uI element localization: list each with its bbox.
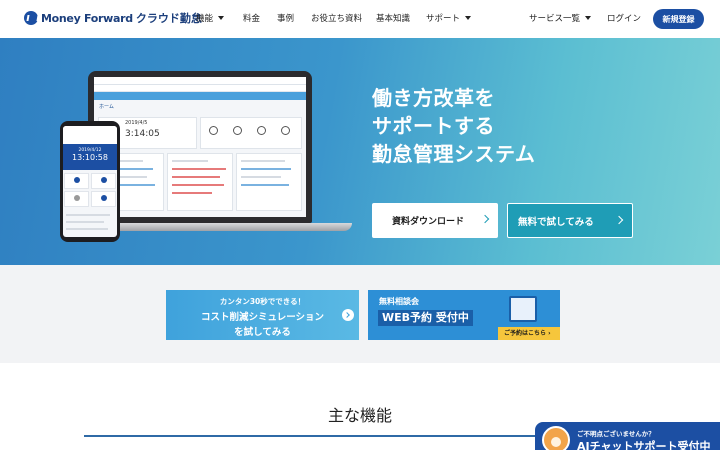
phone-mockup: 2019/4/12 13:10:58 xyxy=(60,121,120,242)
logo-product-name: クラウド勤怠 xyxy=(135,12,202,25)
chevron-down-icon xyxy=(585,16,592,20)
consultation-line-1: 無料相談会 xyxy=(379,297,419,306)
error-card xyxy=(167,153,233,211)
nav-support[interactable]: サポート xyxy=(426,12,472,24)
coffee-icon xyxy=(257,126,266,135)
hero-title-line-3: 勤怠管理システム xyxy=(372,142,536,166)
laptop-date: 2019/4/5 xyxy=(125,120,148,126)
phone-punch-in xyxy=(64,173,89,189)
chat-mascot-icon xyxy=(542,426,570,450)
punch-card xyxy=(200,117,302,149)
site-header: Money Forward クラウド勤怠 機能 料金 事例 お役立ち資料 基本知… xyxy=(0,0,720,38)
free-trial-button[interactable]: 無料で試してみる xyxy=(507,203,633,238)
hero-title: 働き方改革を サポートする 勤怠管理システム xyxy=(372,84,535,168)
page: Money Forward クラウド勤怠 機能 料金 事例 お役立ち資料 基本知… xyxy=(0,0,720,450)
chat-label: AIチャットサポート受付中 xyxy=(577,440,711,450)
download-docs-label: 資料ダウンロード xyxy=(392,217,465,227)
money-forward-logo-icon xyxy=(24,11,38,25)
nav-services-label: サービス一覧 xyxy=(529,14,581,24)
phone-break-end xyxy=(91,191,116,207)
nav-pricing-label: 料金 xyxy=(243,14,261,24)
calendar-icon xyxy=(509,296,537,322)
nav-features-label: 機能 xyxy=(196,14,214,24)
laptop-mockup: ホーム 2019/4/5 3:14:05 xyxy=(88,71,312,223)
nav-cases-label: 事例 xyxy=(277,14,295,24)
nav-services[interactable]: サービス一覧 xyxy=(529,12,592,24)
banner-section: カンタン30秒でできる！ コスト削減シミュレーション を試してみる 無料相談会 … xyxy=(0,265,720,363)
hero-section: ホーム 2019/4/5 3:14:05 2019/4/12 13:10:58 … xyxy=(0,38,720,265)
features-divider xyxy=(84,435,564,437)
nav-features[interactable]: 機能 xyxy=(196,12,225,24)
consultation-line-2: WEB予約 受付中 xyxy=(378,310,473,326)
simulation-line-3: を試してみる xyxy=(234,327,291,338)
chat-question: ご不明点ございませんか？ xyxy=(577,430,655,438)
walk-icon xyxy=(233,126,242,135)
phone-break-start xyxy=(64,191,89,207)
laptop-time: 3:14:05 xyxy=(125,129,160,139)
phone-clock-panel: 2019/4/12 13:10:58 xyxy=(63,144,117,170)
app-home-label: ホーム xyxy=(99,104,114,110)
login-link[interactable]: ログイン xyxy=(607,12,641,24)
logo-text: Money Forward xyxy=(41,11,133,25)
nav-resources[interactable]: お役立ち資料 xyxy=(311,12,362,24)
login-label: ログイン xyxy=(607,14,642,24)
signup-button[interactable]: 新規登録 xyxy=(653,9,704,29)
hero-title-line-1: 働き方改革を xyxy=(372,86,495,110)
phone-screen: 2019/4/12 13:10:58 xyxy=(63,126,117,237)
hero-title-line-2: サポートする xyxy=(372,114,495,138)
app-header-bar xyxy=(94,77,306,85)
nav-basics-label: 基本知識 xyxy=(376,14,411,24)
free-trial-label: 無料で試してみる xyxy=(518,216,594,228)
nav-cases[interactable]: 事例 xyxy=(277,12,294,24)
stop-icon xyxy=(281,126,290,135)
reserve-link[interactable]: ご予約はこちら › xyxy=(498,327,560,340)
simulation-line-2: コスト削減シミュレーション xyxy=(200,312,325,323)
arrow-right-icon xyxy=(342,309,354,321)
clock-icon xyxy=(209,126,218,135)
nav-resources-label: お役立ち資料 xyxy=(311,14,363,24)
ai-chat-widget[interactable]: ご不明点ございませんか？ AIチャットサポート受付中 xyxy=(535,422,720,450)
nav-support-label: サポート xyxy=(426,14,461,24)
nav-basics[interactable]: 基本知識 xyxy=(376,12,410,24)
chevron-right-icon xyxy=(480,214,490,224)
cost-simulation-banner[interactable]: カンタン30秒でできる！ コスト削減シミュレーション を試してみる xyxy=(166,290,359,340)
phone-app-header xyxy=(63,126,117,144)
consultation-banner[interactable]: 無料相談会 WEB予約 受付中 ご予約はこちら › xyxy=(368,290,560,340)
logo[interactable]: Money Forward クラウド勤怠 xyxy=(24,10,202,26)
chevron-down-icon xyxy=(465,16,472,20)
phone-date: 2019/4/12 xyxy=(78,148,102,153)
laptop-screen: ホーム 2019/4/5 3:14:05 xyxy=(94,77,306,217)
download-docs-button[interactable]: 資料ダウンロード xyxy=(372,203,498,238)
chevron-down-icon xyxy=(218,16,225,20)
nav-pricing[interactable]: 料金 xyxy=(243,12,260,24)
phone-time: 13:10:58 xyxy=(72,153,108,162)
app-nav-bar xyxy=(94,85,306,92)
app-accent-bar xyxy=(94,92,306,100)
simulation-line-1: カンタン30秒でできる！ xyxy=(219,297,306,306)
chevron-right-icon xyxy=(614,215,624,225)
workflow-card-2 xyxy=(236,153,302,211)
phone-punch-out xyxy=(91,173,116,189)
